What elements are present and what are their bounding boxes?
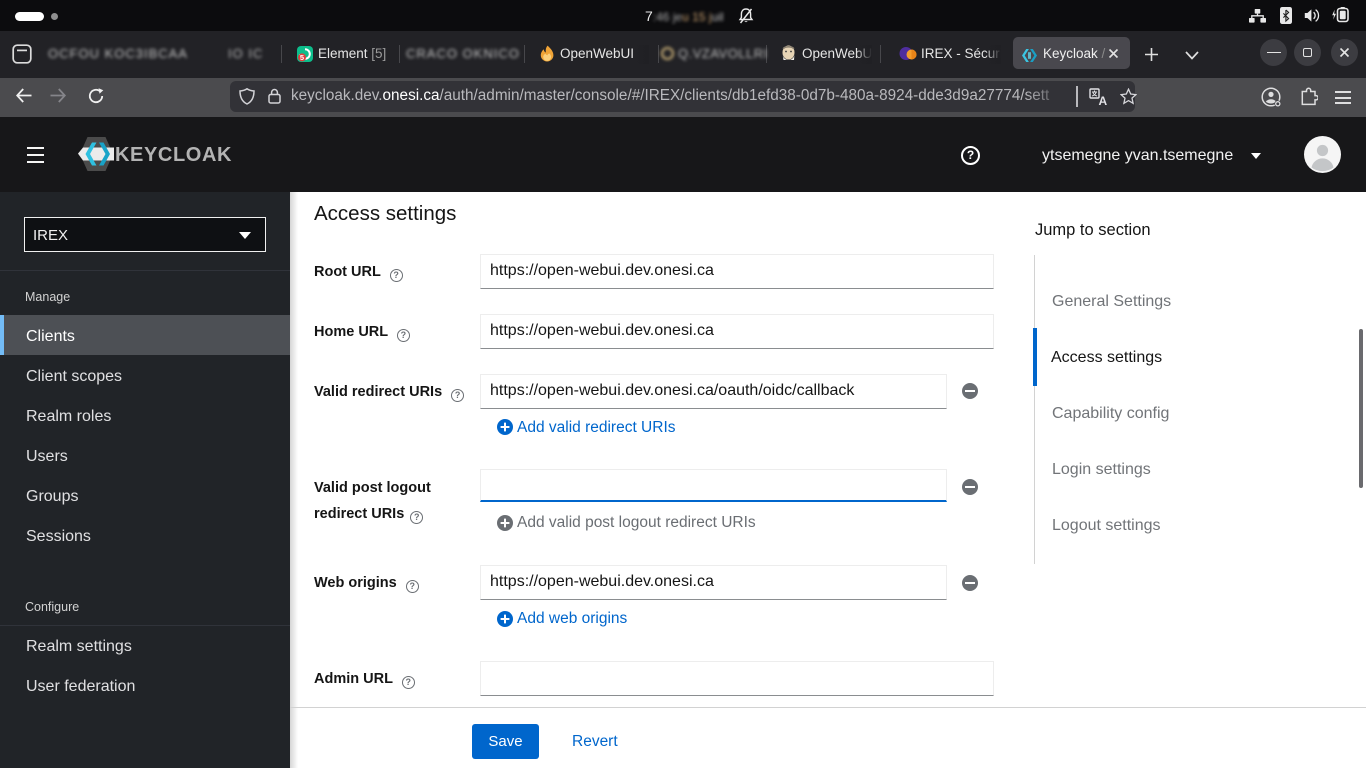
svg-text:5: 5	[300, 53, 304, 62]
svg-text:A: A	[1099, 94, 1108, 106]
